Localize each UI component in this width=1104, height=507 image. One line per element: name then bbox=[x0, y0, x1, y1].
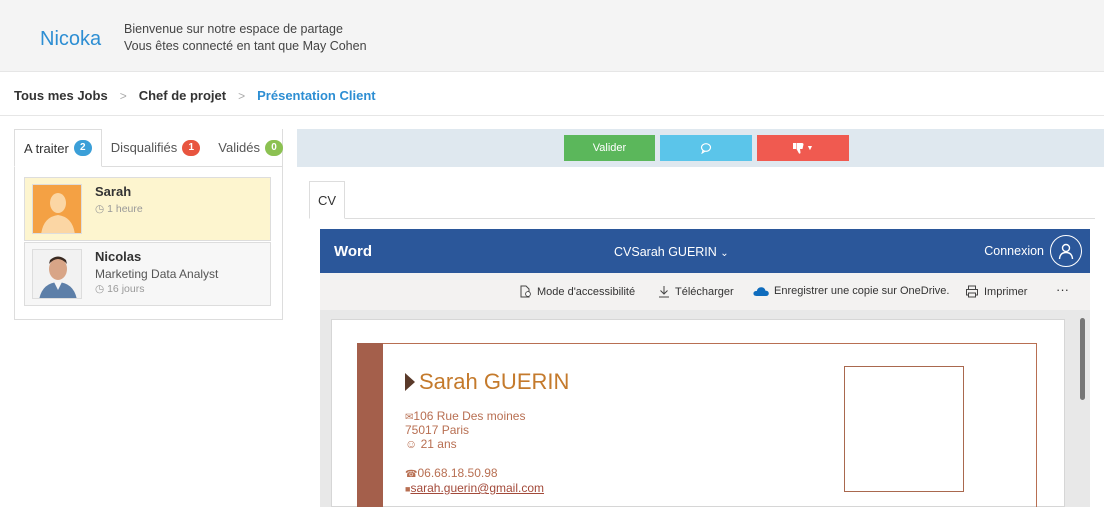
validate-button[interactable]: Valider bbox=[564, 135, 655, 161]
cloud-icon bbox=[753, 287, 769, 296]
candidate-name: Nicolas bbox=[95, 249, 142, 264]
phone-icon: ☎ bbox=[405, 469, 418, 480]
download-icon bbox=[659, 286, 669, 298]
candidate-item-nicolas[interactable]: Nicolas Marketing Data Analyst ◷ 16 jour… bbox=[24, 242, 271, 306]
candidate-photo bbox=[33, 250, 81, 298]
candidate-time: ◷ 1 heure bbox=[95, 203, 143, 215]
candidate-time: ◷ 16 jours bbox=[95, 283, 145, 295]
breadcrumb-separator: > bbox=[119, 88, 127, 103]
breadcrumb: Tous mes Jobs > Chef de projet > Présent… bbox=[14, 88, 376, 103]
word-header: Word CVSarah GUERIN ⌄ Connexion bbox=[320, 229, 1090, 273]
cv-email: ■sarah.guerin@gmail.com bbox=[405, 481, 544, 495]
breadcrumb-separator: > bbox=[238, 88, 246, 103]
accessibility-icon bbox=[520, 285, 531, 298]
candidate-name: Sarah bbox=[95, 184, 132, 199]
sign-in-link[interactable]: Connexion bbox=[984, 244, 1044, 258]
printer-icon bbox=[966, 285, 978, 298]
logged-in-as: Vous êtes connecté en tant que May Cohen bbox=[124, 39, 367, 53]
user-icon[interactable] bbox=[1050, 235, 1082, 267]
divider bbox=[309, 218, 1095, 219]
breadcrumb-all-jobs[interactable]: Tous mes Jobs bbox=[14, 88, 108, 103]
action-bar: Valider ▼ bbox=[297, 129, 1104, 167]
breadcrumb-job[interactable]: Chef de projet bbox=[139, 88, 226, 103]
reject-dropdown-button[interactable]: ▼ bbox=[757, 135, 849, 161]
smiley-icon: ☺ bbox=[405, 437, 418, 451]
tab-to-process[interactable]: A traiter 2 bbox=[14, 129, 102, 167]
clock-icon: ◷ bbox=[95, 203, 105, 215]
email-link[interactable]: sarah.guerin@gmail.com bbox=[410, 481, 544, 495]
word-toolbar: Mode d'accessibilité Télécharger Enregis… bbox=[320, 273, 1090, 310]
download-button[interactable]: Télécharger bbox=[658, 285, 734, 298]
welcome-message: Bienvenue sur notre espace de partage Vo… bbox=[124, 21, 367, 55]
chevron-down-icon: ⌄ bbox=[720, 248, 729, 259]
count-badge: 0 bbox=[264, 139, 283, 156]
avatar bbox=[32, 184, 82, 234]
comment-button[interactable] bbox=[660, 135, 752, 161]
cv-side-band bbox=[357, 343, 383, 507]
tab-validated[interactable]: Validés 0 bbox=[209, 129, 283, 167]
more-options-button[interactable]: ··· bbox=[1056, 282, 1069, 297]
caret-down-icon: ▼ bbox=[806, 144, 814, 152]
accessibility-mode-button[interactable]: Mode d'accessibilité bbox=[519, 285, 635, 298]
tab-disqualified[interactable]: Disqualifiés 1 bbox=[101, 129, 210, 167]
print-button[interactable]: Imprimer bbox=[965, 285, 1027, 298]
triangle-bullet-icon bbox=[405, 373, 415, 391]
document-title[interactable]: CVSarah GUERIN ⌄ bbox=[614, 245, 729, 259]
welcome-title: Bienvenue sur notre espace de partage bbox=[124, 22, 343, 36]
vertical-scrollbar[interactable] bbox=[1080, 318, 1085, 400]
tab-label: A traiter bbox=[24, 140, 69, 156]
clock-icon: ◷ bbox=[95, 283, 105, 295]
cv-age: ☺ 21 ans bbox=[405, 437, 457, 451]
count-badge: 2 bbox=[73, 140, 92, 156]
status-tabs: A traiter 2 Disqualifiés 1 Validés 0 bbox=[14, 129, 298, 167]
brand-logo[interactable]: Nicoka bbox=[40, 28, 101, 51]
cv-candidate-name: Sarah GUERIN bbox=[405, 369, 569, 395]
candidate-item-sarah[interactable]: Sarah ◷ 1 heure bbox=[24, 177, 271, 241]
word-app-name: Word bbox=[334, 243, 373, 260]
cv-city: 75017 Paris bbox=[405, 423, 470, 437]
divider bbox=[0, 115, 1104, 116]
cv-address: ✉106 Rue Des moines bbox=[405, 409, 526, 423]
avatar bbox=[32, 249, 82, 299]
photo-placeholder bbox=[844, 366, 964, 492]
count-badge: 1 bbox=[182, 139, 201, 156]
app-header: Nicoka Bienvenue sur notre espace de par… bbox=[0, 0, 1104, 72]
default-user-icon bbox=[33, 185, 81, 233]
candidate-title: Marketing Data Analyst bbox=[95, 267, 219, 281]
save-to-onedrive-button[interactable]: Enregistrer une copie sur OneDrive. bbox=[753, 285, 949, 297]
tab-label: Validés bbox=[218, 140, 260, 155]
tab-label: Disqualifiés bbox=[110, 140, 178, 155]
thumbs-down-icon bbox=[792, 142, 804, 154]
cv-phone: ☎06.68.18.50.98 bbox=[405, 466, 498, 480]
comment-icon bbox=[700, 143, 712, 154]
tab-cv[interactable]: CV bbox=[309, 181, 345, 219]
breadcrumb-current: Présentation Client bbox=[257, 88, 376, 103]
